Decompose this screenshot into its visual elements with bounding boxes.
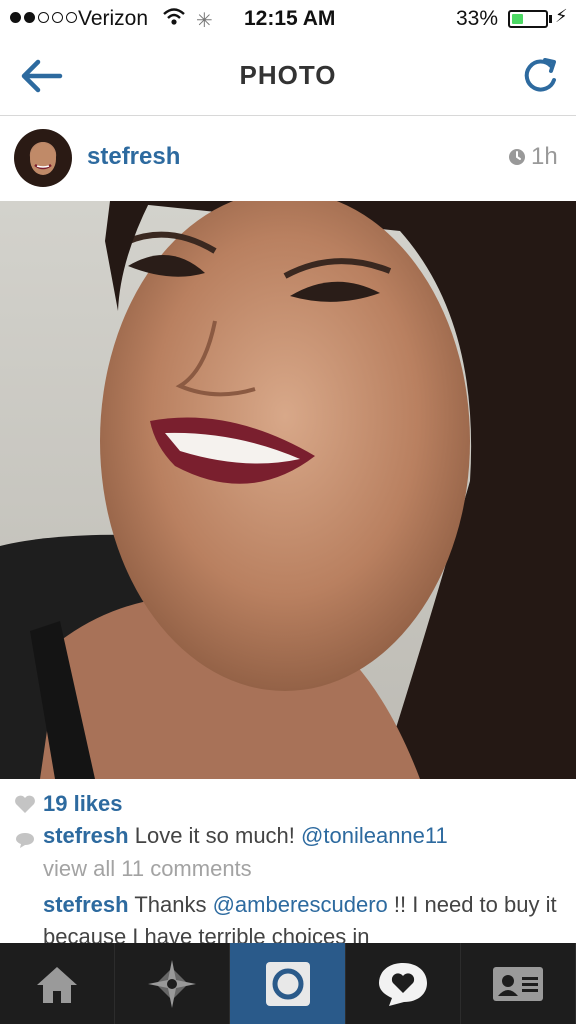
activity-spinner-icon: ✳	[196, 10, 213, 32]
camera-icon	[265, 961, 310, 1006]
caption-text: Love it so much!	[134, 823, 295, 848]
battery-icon	[508, 10, 548, 28]
caption: stefresh Love it so much! @tonileanne11	[43, 820, 563, 852]
battery-tip	[549, 15, 552, 23]
carrier-name: Verizon	[78, 7, 149, 30]
explore-icon	[148, 959, 197, 1008]
battery-level-fill	[512, 14, 523, 24]
view-all-comments-link[interactable]: view all 11 comments	[43, 856, 252, 882]
home-icon	[37, 966, 78, 1003]
wifi-icon	[162, 6, 186, 34]
tab-profile[interactable]	[461, 943, 576, 1024]
likes-count[interactable]: 19 likes	[43, 791, 123, 817]
post-time-label: 1h	[531, 143, 558, 170]
page-title: PHOTO	[239, 60, 337, 90]
tab-bar	[0, 943, 576, 1024]
status-time: 12:15 AM	[244, 7, 336, 30]
charging-bolt-icon: ⚡	[555, 6, 568, 26]
post-photo[interactable]	[0, 201, 576, 779]
post-time: 1h	[508, 143, 558, 171]
heart-icon	[15, 795, 35, 813]
avatar[interactable]	[14, 129, 72, 187]
comment-text-before: Thanks	[134, 892, 207, 917]
nav-bar: PHOTO	[0, 38, 576, 116]
likes-row[interactable]: 19 likes	[0, 788, 576, 820]
activity-icon	[378, 962, 427, 1006]
refresh-button[interactable]	[518, 54, 562, 98]
tab-activity[interactable]	[346, 943, 461, 1024]
post-username[interactable]: stefresh	[87, 143, 180, 171]
tab-home[interactable]	[0, 943, 116, 1024]
post-header: stefresh 1h	[0, 117, 576, 201]
comment-username[interactable]: stefresh	[43, 892, 129, 917]
comment-bubble-icon	[16, 833, 34, 848]
battery-percent: 33%	[456, 7, 499, 30]
tab-camera[interactable]	[230, 943, 346, 1024]
comment-mention[interactable]: @amberescudero	[213, 892, 388, 917]
status-bar: Verizon ✳ 12:15 AM 33% ⚡	[0, 0, 576, 38]
clock-icon	[509, 149, 525, 165]
profile-icon	[492, 966, 543, 1001]
signal-strength-icon	[10, 12, 77, 23]
caption-mention[interactable]: @tonileanne11	[301, 823, 448, 848]
caption-username[interactable]: stefresh	[43, 823, 129, 848]
tab-explore[interactable]	[115, 943, 231, 1024]
refresh-icon	[524, 58, 556, 92]
